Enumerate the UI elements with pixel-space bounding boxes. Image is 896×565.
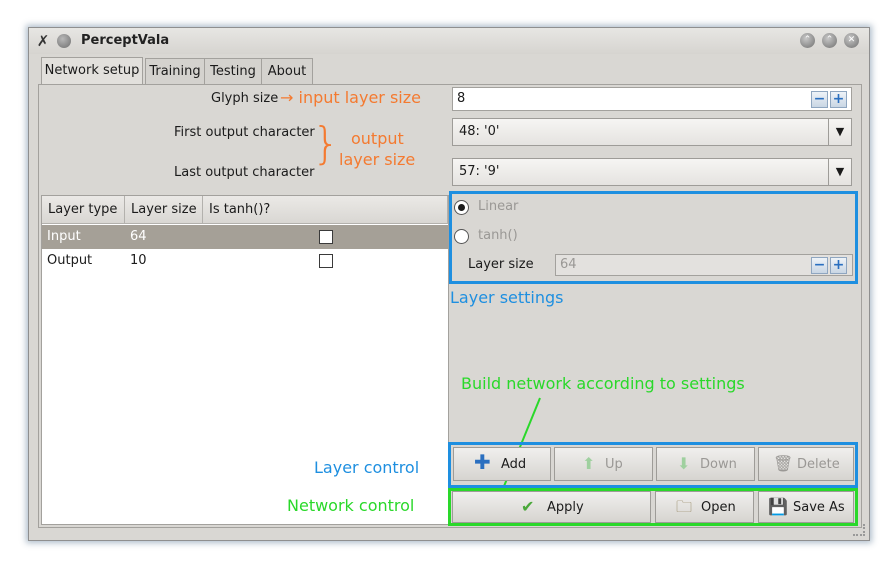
column-header-layer-size[interactable]: Layer size (125, 196, 203, 224)
main-window: ✗ PerceptVala ⌃ ⌃ ✕ Network setup Traini… (28, 27, 870, 541)
radio-selected-icon (458, 204, 465, 211)
open-button[interactable]: 🗀 Open (655, 491, 754, 523)
layer-size-spinbox[interactable]: 64 − + (555, 254, 853, 276)
layer-size-label: Layer size (468, 257, 534, 272)
move-up-button[interactable]: ⬆ Up (554, 447, 653, 481)
save-as-button[interactable]: 💾 Save As (758, 491, 854, 523)
network-control-annotation: Network control (287, 496, 415, 515)
arrow-down-icon: ⬇ (677, 454, 691, 473)
maximize-button[interactable]: ⌃ (822, 33, 837, 48)
output-layer-annotation-2: layer size (339, 150, 416, 169)
window-title: PerceptVala (81, 33, 170, 48)
window-menu-icon[interactable] (57, 34, 71, 48)
input-layer-annotation: → input layer size (280, 88, 421, 107)
move-down-button[interactable]: ⬇ Down (656, 447, 755, 481)
column-header-layer-type[interactable]: Layer type (42, 196, 125, 224)
chevron-down-icon[interactable]: ▼ (828, 159, 851, 185)
arrow-up-icon: ⬆ (582, 454, 596, 473)
decrement-icon[interactable]: − (811, 257, 828, 274)
open-button-label: Open (701, 500, 736, 515)
layer-settings-annotation: Layer settings (450, 288, 564, 307)
delete-button-label: Delete (797, 457, 840, 472)
linear-radio-label[interactable]: Linear (478, 199, 518, 214)
apply-button-label: Apply (547, 500, 584, 515)
down-button-label: Down (700, 457, 737, 472)
plus-icon: ✚ (474, 450, 491, 474)
column-header-is-tanh[interactable]: Is tanh()? (203, 196, 448, 224)
save-icon: 💾 (768, 497, 788, 516)
tanh-checkbox[interactable] (319, 230, 333, 244)
first-output-value: 48: '0' (459, 124, 500, 139)
increment-icon[interactable]: + (830, 91, 847, 108)
tanh-radio-label[interactable]: tanh() (478, 228, 518, 243)
minimize-button[interactable]: ⌃ (800, 33, 815, 48)
folder-icon: 🗀 (676, 497, 693, 516)
layer-control-annotation: Layer control (314, 458, 420, 477)
up-button-label: Up (605, 457, 623, 472)
layer-size-value[interactable]: 64 (560, 257, 577, 272)
layer-size-cell: 64 (130, 229, 147, 244)
check-icon: ✔ (521, 497, 535, 516)
add-button-label: Add (501, 457, 527, 472)
tools-icon[interactable]: ✗ (35, 33, 51, 49)
first-output-combo[interactable]: 48: '0' ▼ (452, 118, 852, 146)
tab-network-setup[interactable]: Network setup (41, 57, 143, 85)
title-bar: ✗ PerceptVala ⌃ ⌃ ✕ (29, 28, 869, 54)
glyph-size-spinbox[interactable]: 8 − + (452, 87, 852, 111)
tab-testing[interactable]: Testing (204, 58, 262, 84)
last-output-combo[interactable]: 57: '9' ▼ (452, 158, 852, 186)
table-row[interactable]: Input 64 (42, 225, 448, 249)
tab-training[interactable]: Training (145, 58, 205, 84)
save-as-button-label: Save As (793, 500, 845, 515)
linear-radio[interactable] (454, 200, 469, 215)
glyph-size-value[interactable]: 8 (457, 91, 465, 106)
last-output-value: 57: '9' (459, 164, 500, 179)
last-output-label: Last output character (174, 165, 315, 180)
build-network-annotation: Build network according to settings (461, 374, 745, 393)
output-layer-annotation-1: output (351, 129, 404, 148)
chevron-down-icon[interactable]: ▼ (828, 119, 851, 145)
increment-icon[interactable]: + (830, 257, 847, 274)
table-row[interactable]: Output 10 (42, 249, 448, 273)
layer-type-cell: Input (47, 229, 81, 244)
tanh-checkbox[interactable] (319, 254, 333, 268)
layer-size-cell: 10 (130, 253, 147, 268)
glyph-size-label: Glyph size (211, 91, 279, 106)
close-button[interactable]: ✕ (844, 33, 859, 48)
brace-icon: } (312, 118, 340, 169)
delete-layer-button[interactable]: 🗑 Delete (758, 447, 854, 481)
decrement-icon[interactable]: − (811, 91, 828, 108)
tab-about[interactable]: About (261, 58, 313, 84)
tanh-radio[interactable] (454, 229, 469, 244)
add-layer-button[interactable]: ✚ Add (453, 447, 551, 481)
trash-icon: 🗑 (773, 454, 794, 473)
resize-grip[interactable] (853, 524, 865, 536)
apply-button[interactable]: ✔ Apply (452, 491, 651, 523)
layer-type-cell: Output (47, 253, 93, 268)
first-output-label: First output character (174, 125, 315, 140)
